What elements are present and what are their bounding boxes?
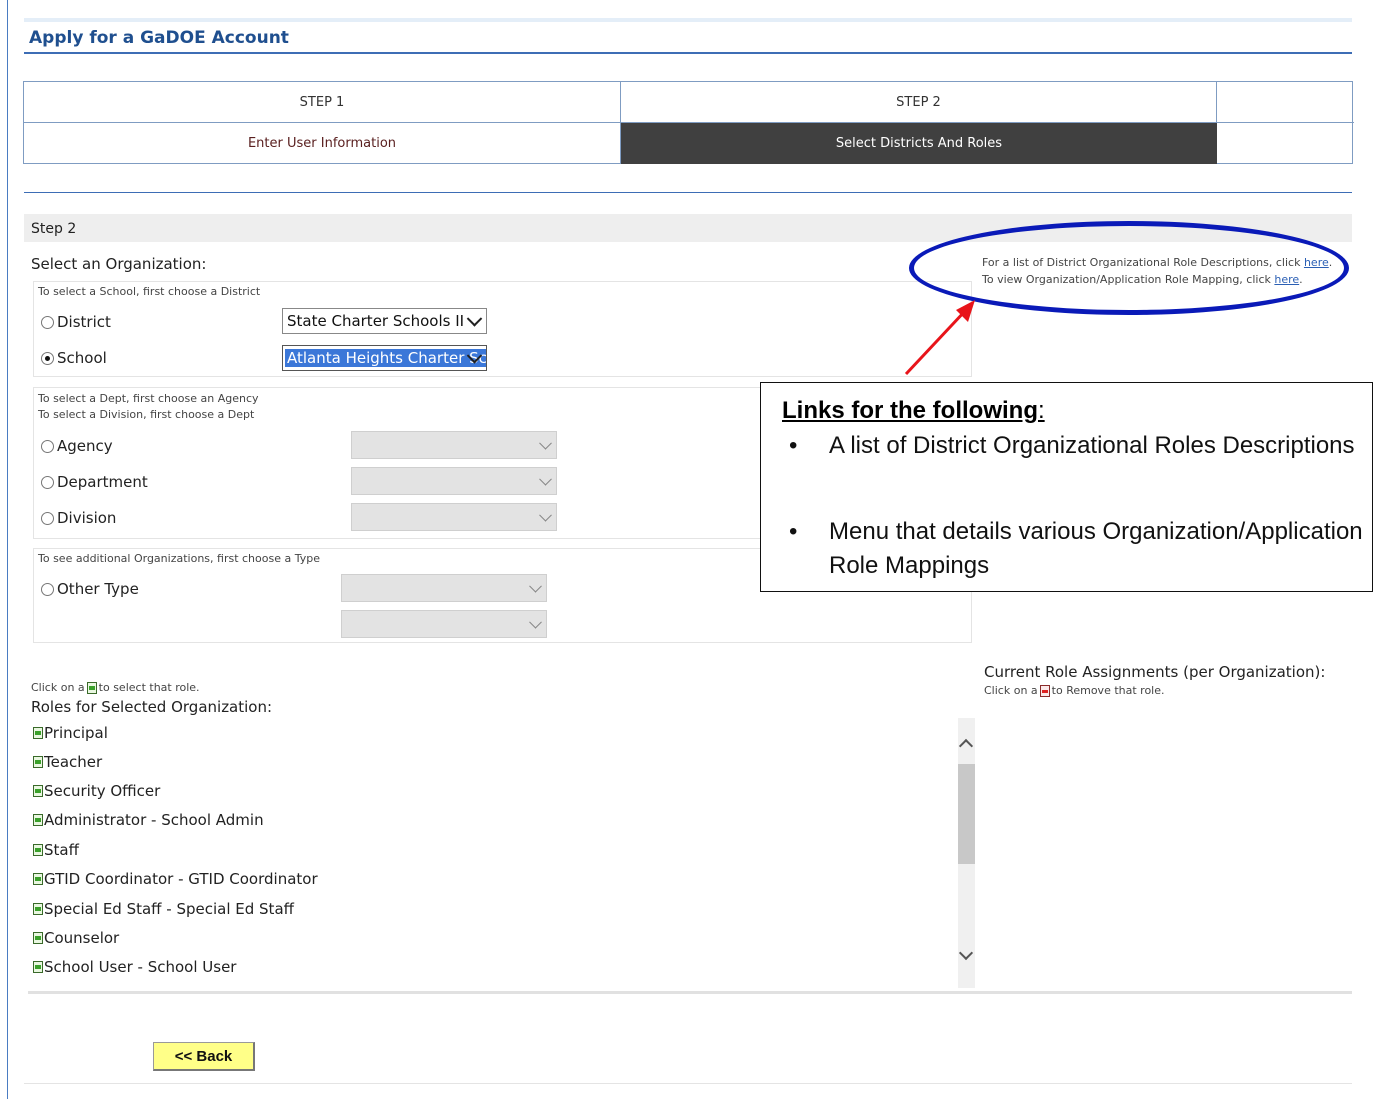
chevron-down-icon — [539, 436, 552, 450]
callout-item: • A list of District Organizational Role… — [789, 429, 1369, 463]
district-radio[interactable] — [41, 315, 54, 329]
chevron-down-icon — [529, 615, 542, 629]
division-radio[interactable] — [41, 511, 54, 525]
district-select-value: State Charter Schools II — [287, 312, 465, 330]
step-2-header: STEP 2 — [621, 82, 1217, 123]
other-type-select[interactable] — [341, 574, 547, 602]
agency-radio[interactable] — [41, 439, 54, 453]
add-role-icon[interactable] — [33, 873, 43, 885]
role-item-gtid-coordinator[interactable]: GTID Coordinator - GTID Coordinator — [33, 870, 318, 888]
role-item-principal[interactable]: Principal — [33, 724, 108, 742]
callout-item-text: Menu that details various Organization/A… — [829, 518, 1363, 579]
chevron-down-icon — [466, 311, 483, 327]
agency-radio-row[interactable]: Agency — [41, 437, 113, 455]
other-org-select[interactable] — [341, 610, 547, 638]
title-divider — [24, 52, 1352, 54]
select-org-label: Select an Organization: — [31, 255, 207, 273]
role-item-administrator[interactable]: Administrator - School Admin — [33, 811, 264, 829]
chevron-down-icon — [529, 579, 542, 593]
school-radio[interactable] — [41, 351, 54, 365]
agency-hint-1: To select a Dept, first choose an Agency — [38, 392, 259, 405]
add-role-icon[interactable] — [33, 903, 43, 915]
step2-label: Step 2 — [31, 221, 77, 237]
other-type-radio[interactable] — [41, 582, 54, 596]
add-role-icon[interactable] — [33, 814, 43, 826]
district-select[interactable]: State Charter Schools II — [282, 308, 487, 334]
step-1-header: STEP 1 — [24, 82, 621, 123]
roles-scrollbar-thumb[interactable] — [958, 764, 975, 864]
add-role-icon — [86, 681, 97, 694]
step-2-label-active: Select Districts And Roles — [621, 123, 1217, 164]
add-role-icon[interactable] — [33, 727, 43, 739]
step-3-header — [1217, 82, 1354, 123]
agency-select[interactable] — [351, 431, 557, 459]
step-1-label: Enter User Information — [24, 123, 621, 164]
page-title: Apply for a GaDOE Account — [29, 28, 289, 48]
district-hint: To select a School, first choose a Distr… — [38, 285, 261, 298]
add-role-icon[interactable] — [33, 785, 43, 797]
other-type-radio-row[interactable]: Other Type — [41, 580, 139, 598]
district-radio-label: District — [57, 313, 111, 331]
department-radio-row[interactable]: Department — [41, 473, 148, 491]
steps-table: STEP 1 STEP 2 Enter User Information Sel… — [23, 81, 1354, 164]
left-border — [7, 0, 8, 1099]
select-role-hint: Click on a to select that role. — [31, 681, 200, 694]
bottom-divider — [28, 991, 1352, 994]
remove-role-icon — [1039, 684, 1050, 697]
back-button[interactable]: << Back — [153, 1042, 255, 1071]
department-radio-label: Department — [57, 473, 148, 491]
callout-item-text: A list of District Organizational Roles … — [829, 432, 1355, 459]
remove-role-hint: Click on a to Remove that role. — [984, 684, 1165, 697]
roles-heading: Roles for Selected Organization: — [31, 698, 273, 716]
red-arrow-icon — [904, 300, 975, 376]
add-role-icon[interactable] — [33, 961, 43, 973]
division-select[interactable] — [351, 503, 557, 531]
agency-radio-label: Agency — [57, 437, 113, 455]
school-radio-label: School — [57, 349, 107, 367]
chevron-down-icon — [539, 508, 552, 522]
current-roles-heading: Current Role Assignments (per Organizati… — [984, 663, 1326, 681]
step-3-label — [1217, 123, 1354, 164]
role-item-counselor[interactable]: Counselor — [33, 929, 119, 947]
role-item-staff[interactable]: Staff — [33, 841, 79, 859]
add-role-icon[interactable] — [33, 756, 43, 768]
bullet: • — [789, 518, 798, 545]
add-role-icon[interactable] — [33, 932, 43, 944]
department-select[interactable] — [351, 467, 557, 495]
role-item-school-user[interactable]: School User - School User — [33, 958, 236, 976]
annotation-callout: Links for the following: • A list of Dis… — [760, 382, 1373, 592]
section-divider — [24, 192, 1352, 193]
role-item-teacher[interactable]: Teacher — [33, 753, 102, 771]
agency-hint-2: To select a Division, first choose a Dep… — [38, 408, 255, 421]
add-role-icon[interactable] — [33, 844, 43, 856]
school-select-value: Atlanta Heights Charter Schoo — [285, 349, 486, 367]
role-item-security-officer[interactable]: Security Officer — [33, 782, 160, 800]
callout-item: • Menu that details various Organization… — [789, 515, 1369, 583]
header-strip — [24, 18, 1352, 22]
department-radio[interactable] — [41, 475, 54, 489]
school-select[interactable]: Atlanta Heights Charter Schoo — [282, 345, 487, 371]
bullet: • — [789, 432, 798, 459]
division-radio-label: Division — [57, 509, 117, 527]
other-type-radio-label: Other Type — [57, 580, 139, 598]
callout-title: Links for the following: — [782, 397, 1045, 424]
division-radio-row[interactable]: Division — [41, 509, 116, 527]
district-radio-row[interactable]: District — [41, 313, 111, 331]
role-item-special-ed-staff[interactable]: Special Ed Staff - Special Ed Staff — [33, 900, 294, 918]
chevron-down-icon — [539, 472, 552, 486]
footer-divider — [24, 1083, 1352, 1084]
other-type-hint: To see additional Organizations, first c… — [38, 552, 320, 565]
school-radio-row[interactable]: School — [41, 349, 107, 367]
